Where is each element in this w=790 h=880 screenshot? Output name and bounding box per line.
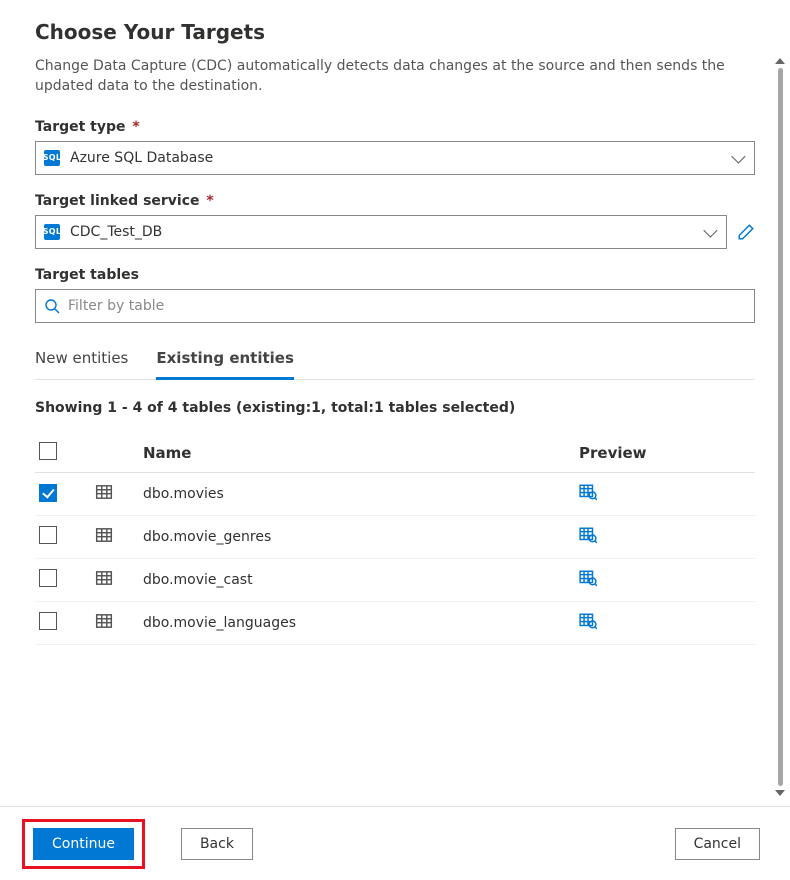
row-checkbox[interactable] bbox=[39, 484, 57, 502]
target-type-label: Target type * bbox=[35, 119, 755, 135]
table-name: dbo.movie_genres bbox=[139, 515, 575, 558]
table-icon bbox=[95, 532, 113, 548]
page-title: Choose Your Targets bbox=[35, 20, 755, 44]
preview-icon[interactable] bbox=[579, 532, 597, 548]
edit-icon[interactable] bbox=[737, 223, 755, 241]
scrollbar[interactable] bbox=[776, 58, 784, 796]
table-name: dbo.movie_cast bbox=[139, 558, 575, 601]
preview-icon[interactable] bbox=[579, 575, 597, 591]
target-type-select[interactable]: SQL Azure SQL Database bbox=[35, 141, 755, 175]
table-row: dbo.movie_genres bbox=[35, 515, 755, 558]
sql-database-icon: SQL bbox=[44, 224, 60, 240]
tables-summary: Showing 1 - 4 of 4 tables (existing:1, t… bbox=[35, 400, 755, 416]
back-button[interactable]: Back bbox=[181, 828, 253, 860]
continue-highlight: Continue bbox=[22, 819, 145, 869]
row-checkbox[interactable] bbox=[39, 569, 57, 587]
required-asterisk: * bbox=[132, 119, 139, 135]
tab-existing-entities[interactable]: Existing entities bbox=[156, 341, 294, 380]
scroll-up-icon[interactable] bbox=[775, 58, 785, 64]
target-tables-label: Target tables bbox=[35, 267, 755, 283]
table-icon bbox=[95, 618, 113, 634]
tab-new-entities[interactable]: New entities bbox=[35, 341, 128, 380]
filter-by-table-input[interactable] bbox=[68, 298, 746, 314]
row-checkbox[interactable] bbox=[39, 612, 57, 630]
preview-icon[interactable] bbox=[579, 489, 597, 505]
filter-input-wrap[interactable] bbox=[35, 289, 755, 323]
table-icon bbox=[95, 489, 113, 505]
linked-service-select[interactable]: SQL CDC_Test_DB bbox=[35, 215, 727, 249]
footer-bar: Continue Back Cancel bbox=[0, 806, 790, 880]
scroll-down-icon[interactable] bbox=[775, 790, 785, 796]
scroll-thumb[interactable] bbox=[778, 68, 783, 786]
continue-button[interactable]: Continue bbox=[33, 828, 134, 860]
cancel-button[interactable]: Cancel bbox=[675, 828, 760, 860]
required-asterisk: * bbox=[206, 193, 213, 209]
table-row: dbo.movies bbox=[35, 472, 755, 515]
linked-service-label: Target linked service * bbox=[35, 193, 755, 209]
table-row: dbo.movie_cast bbox=[35, 558, 755, 601]
table-icon bbox=[95, 575, 113, 591]
chevron-down-icon bbox=[703, 223, 717, 237]
column-header-name: Name bbox=[139, 434, 575, 473]
page-description: Change Data Capture (CDC) automatically … bbox=[35, 56, 735, 97]
table-row: dbo.movie_languages bbox=[35, 601, 755, 644]
column-header-preview: Preview bbox=[575, 434, 755, 473]
linked-service-value: CDC_Test_DB bbox=[70, 224, 704, 240]
table-name: dbo.movie_languages bbox=[139, 601, 575, 644]
sql-database-icon: SQL bbox=[44, 150, 60, 166]
select-all-checkbox[interactable] bbox=[39, 442, 57, 460]
row-checkbox[interactable] bbox=[39, 526, 57, 544]
entity-tabs: New entities Existing entities bbox=[35, 341, 755, 380]
chevron-down-icon bbox=[731, 149, 745, 163]
target-type-value: Azure SQL Database bbox=[70, 150, 732, 166]
table-name: dbo.movies bbox=[139, 472, 575, 515]
preview-icon[interactable] bbox=[579, 618, 597, 634]
search-icon bbox=[44, 298, 60, 314]
